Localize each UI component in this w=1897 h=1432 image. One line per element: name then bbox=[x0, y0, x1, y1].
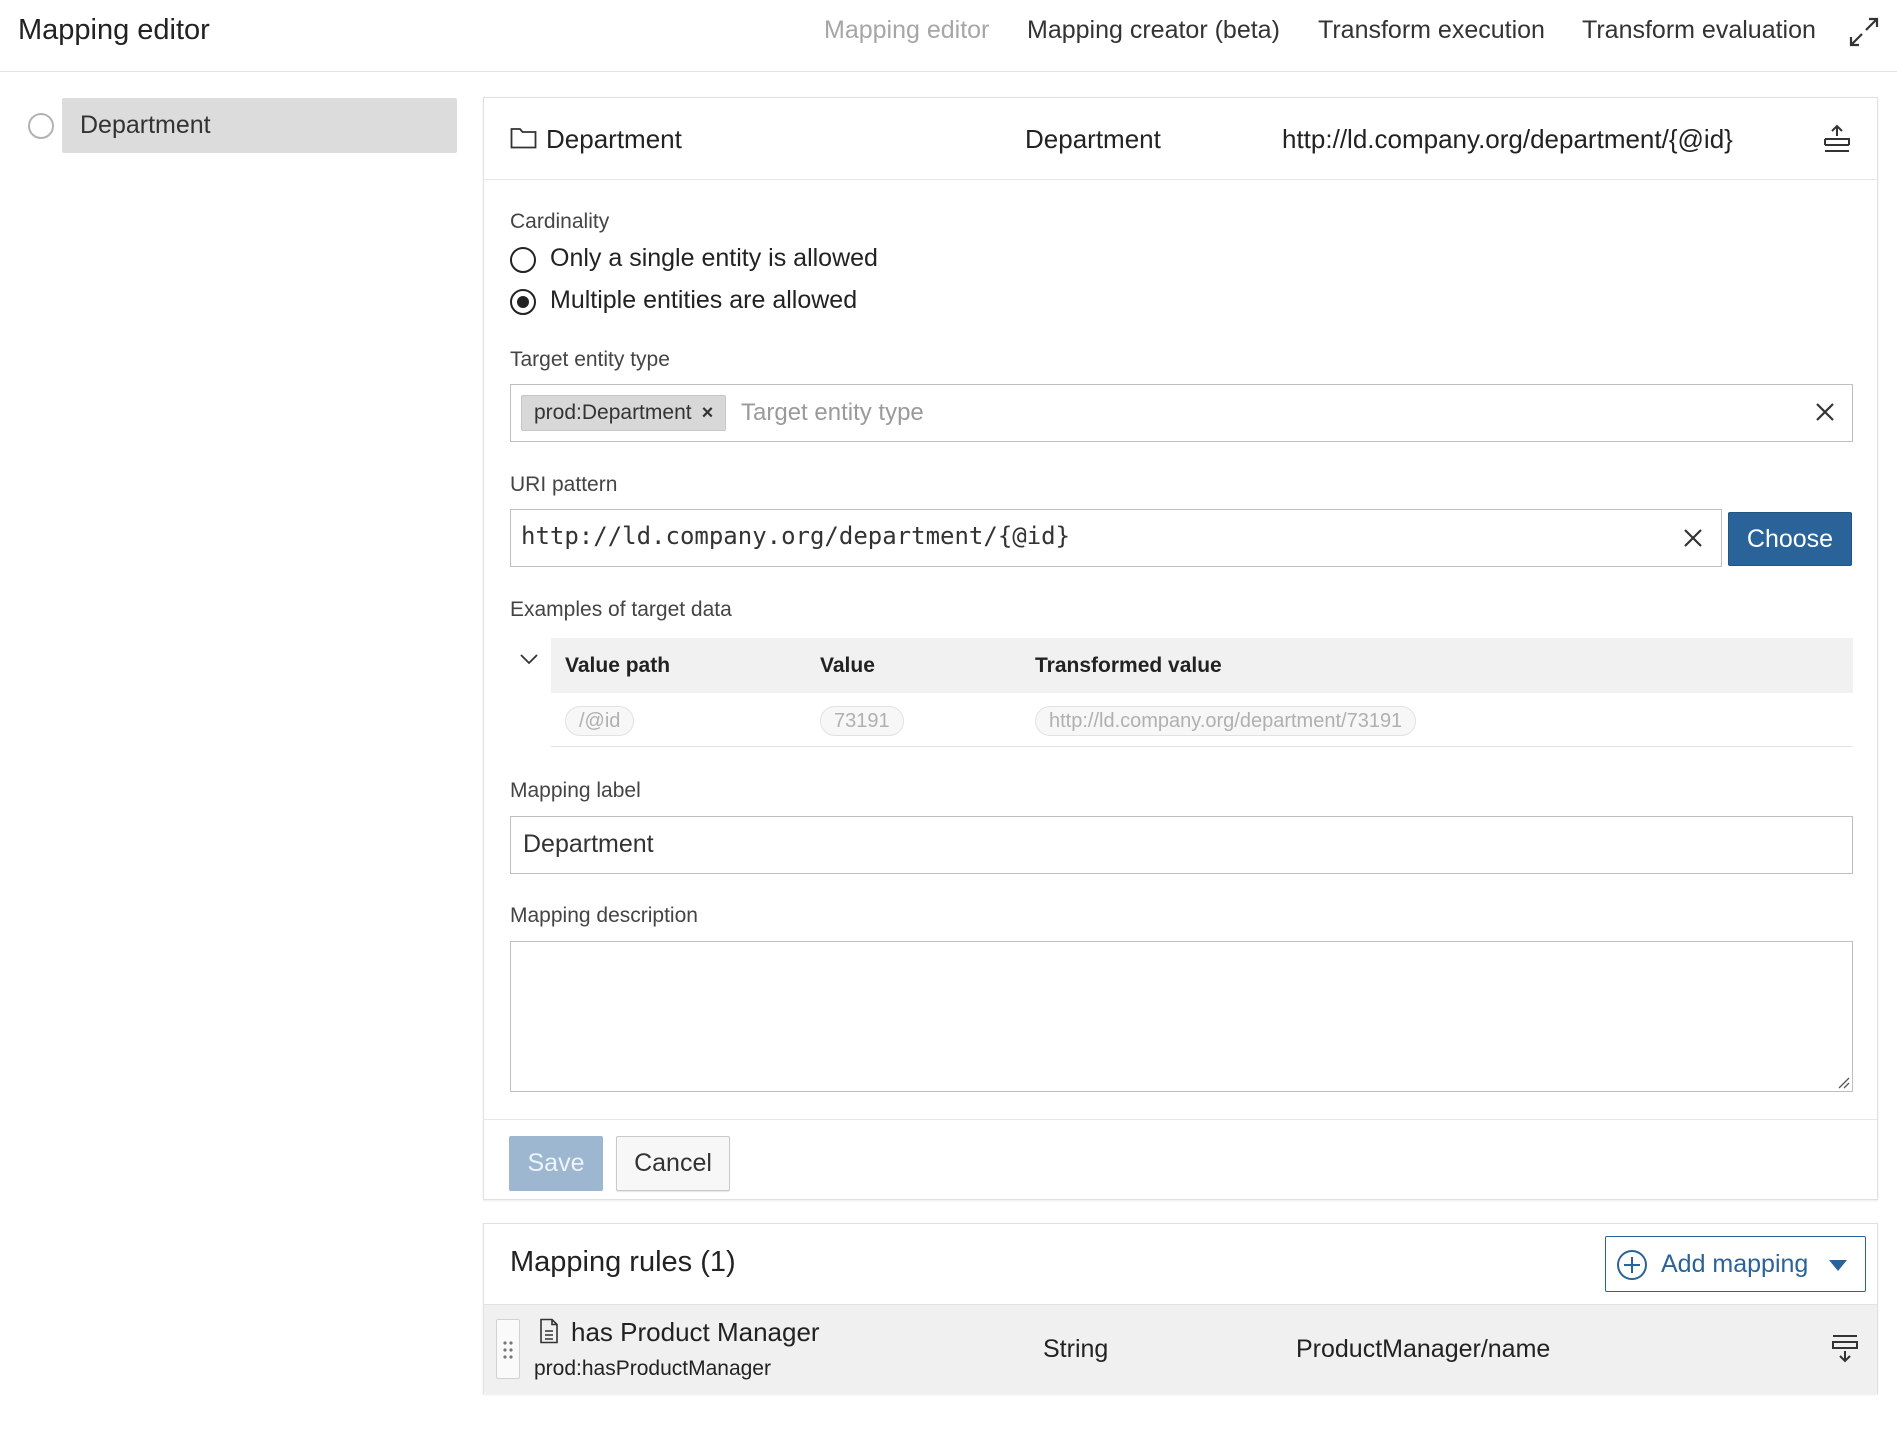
mapping-rules-title: Mapping rules (1) bbox=[510, 1246, 736, 1278]
rule-label: has Product Manager bbox=[571, 1317, 820, 1347]
radio-multiple-entities[interactable] bbox=[510, 289, 536, 315]
rule-header-type: Department bbox=[1025, 124, 1161, 154]
example-transformed-value: http://ld.company.org/department/73191 bbox=[1035, 706, 1417, 736]
mapping-description-label: Mapping description bbox=[510, 904, 698, 927]
target-type-placeholder[interactable]: Target entity type bbox=[741, 399, 924, 427]
file-icon bbox=[540, 1318, 558, 1344]
choose-button[interactable]: Choose bbox=[1728, 512, 1852, 566]
tree-item-department[interactable]: Department bbox=[62, 98, 457, 153]
radio-single-entity[interactable] bbox=[510, 247, 536, 273]
tab-mapping-editor[interactable]: Mapping editor bbox=[824, 16, 989, 45]
close-icon[interactable] bbox=[1681, 526, 1705, 550]
drag-handle[interactable] bbox=[496, 1319, 520, 1379]
top-bar: Mapping editor Mapping editor Mapping cr… bbox=[0, 0, 1897, 72]
radio-multiple-entities-label[interactable]: Multiple entities are allowed bbox=[550, 286, 857, 315]
folder-icon bbox=[510, 128, 537, 149]
uri-pattern-label: URI pattern bbox=[510, 473, 618, 496]
target-type-chip: prod:Department × bbox=[521, 395, 727, 431]
rule-source: ProductManager/name bbox=[1296, 1335, 1551, 1363]
examples-label: Examples of target data bbox=[510, 598, 732, 621]
target-type-label: Target entity type bbox=[510, 348, 670, 371]
tree-item-label: Department bbox=[80, 111, 211, 139]
cardinality-label: Cardinality bbox=[510, 210, 610, 233]
rule-header[interactable]: Department Department http://ld.company.… bbox=[484, 98, 1877, 180]
uri-pattern-value: http://ld.company.org/department/{@id} bbox=[521, 522, 1071, 550]
column-value: Value bbox=[820, 654, 875, 677]
cancel-button[interactable]: Cancel bbox=[616, 1136, 730, 1191]
rule-type: String bbox=[1043, 1335, 1109, 1363]
close-icon[interactable] bbox=[1813, 400, 1837, 424]
caret-down-icon bbox=[1829, 1260, 1847, 1271]
resize-grip-icon[interactable] bbox=[1836, 1075, 1850, 1089]
examples-table-header: Value path Value Transformed value bbox=[551, 638, 1853, 693]
tab-transform-execution[interactable]: Transform execution bbox=[1318, 16, 1545, 45]
mapping-rules-card: Mapping rules (1) Add mapping has Produc… bbox=[483, 1223, 1878, 1394]
mapping-label-value: Department bbox=[523, 830, 654, 858]
app-title: Mapping editor bbox=[18, 14, 210, 46]
chip-label: prod:Department bbox=[534, 401, 692, 424]
mapping-label-label: Mapping label bbox=[510, 779, 641, 802]
tab-transform-evaluation[interactable]: Transform evaluation bbox=[1582, 16, 1816, 45]
rule-property: prod:hasProductManager bbox=[534, 1357, 771, 1380]
mapping-label-input[interactable]: Department bbox=[510, 816, 1853, 874]
example-path: /@id bbox=[565, 706, 635, 736]
add-mapping-label: Add mapping bbox=[1661, 1250, 1809, 1278]
mapping-rule-row[interactable]: has Product Manager prod:hasProductManag… bbox=[484, 1304, 1877, 1394]
column-value-path: Value path bbox=[565, 654, 671, 677]
column-transformed-value: Transformed value bbox=[1035, 654, 1222, 677]
rule-editor-card: Department Department http://ld.company.… bbox=[483, 97, 1878, 1200]
target-type-field[interactable]: prod:Department × Target entity type bbox=[510, 384, 1853, 442]
add-mapping-button[interactable]: Add mapping bbox=[1605, 1236, 1866, 1292]
uri-pattern-input[interactable]: http://ld.company.org/department/{@id} bbox=[510, 509, 1722, 567]
tree-item-radio[interactable] bbox=[28, 113, 54, 139]
rule-header-uri: http://ld.company.org/department/{@id} bbox=[1282, 124, 1733, 154]
editor-footer: Save Cancel bbox=[484, 1119, 1877, 1201]
tab-mapping-creator[interactable]: Mapping creator (beta) bbox=[1027, 16, 1280, 45]
plus-circle-icon bbox=[1617, 1250, 1647, 1280]
save-button[interactable]: Save bbox=[509, 1136, 603, 1191]
expand-icon[interactable] bbox=[1846, 14, 1882, 50]
expand-rule-icon[interactable] bbox=[1830, 1333, 1860, 1363]
chip-remove-icon[interactable]: × bbox=[702, 402, 714, 424]
collapse-icon[interactable] bbox=[1822, 124, 1852, 154]
example-value: 73191 bbox=[820, 706, 904, 736]
mapping-description-textarea[interactable] bbox=[510, 941, 1853, 1092]
chevron-down-icon[interactable] bbox=[518, 648, 540, 670]
rule-header-name: Department bbox=[546, 124, 682, 154]
drag-icon bbox=[503, 1341, 513, 1359]
table-row: /@id 73191 http://ld.company.org/departm… bbox=[551, 693, 1853, 747]
radio-single-entity-label[interactable]: Only a single entity is allowed bbox=[550, 244, 878, 273]
